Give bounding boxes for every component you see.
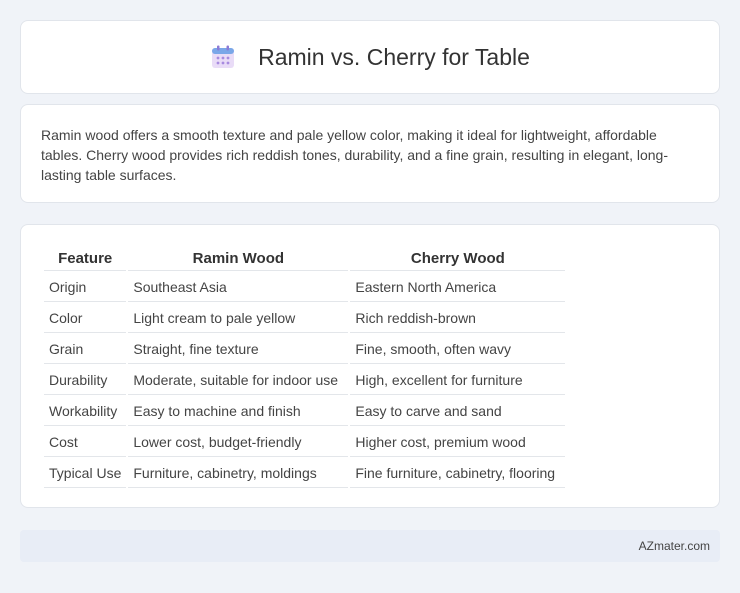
cell-feature: Durability [44, 366, 127, 395]
table-row: Color Light cream to pale yellow Rich re… [44, 304, 566, 333]
cell-feature: Grain [44, 335, 127, 364]
table-header-row: Feature Ramin Wood Cherry Wood [44, 248, 566, 271]
table-row: Cost Lower cost, budget-friendly Higher … [44, 428, 566, 457]
header-feature: Feature [44, 248, 127, 271]
cell-cherry: High, excellent for furniture [350, 366, 566, 395]
cell-ramin: Furniture, cabinetry, moldings [128, 459, 349, 488]
cell-ramin: Light cream to pale yellow [128, 304, 349, 333]
cell-cherry: Fine furniture, cabinetry, flooring [350, 459, 566, 488]
description-card: Ramin wood offers a smooth texture and p… [20, 104, 720, 203]
comparison-table-card: Feature Ramin Wood Cherry Wood Origin So… [20, 224, 720, 508]
cell-ramin: Lower cost, budget-friendly [128, 428, 349, 457]
cell-feature: Cost [44, 428, 127, 457]
footer-site-link[interactable]: AZmater.com [639, 539, 710, 553]
table-row: Origin Southeast Asia Eastern North Amer… [44, 273, 566, 302]
footer: AZmater.com [20, 530, 720, 562]
page-title: Ramin vs. Cherry for Table [258, 43, 530, 70]
table-row: Workability Easy to machine and finish E… [44, 397, 566, 426]
table-row: Typical Use Furniture, cabinetry, moldin… [44, 459, 566, 488]
cell-feature: Origin [44, 273, 127, 302]
cell-ramin: Easy to machine and finish [128, 397, 349, 426]
table-row: Durability Moderate, suitable for indoor… [44, 366, 566, 395]
comparison-table: Feature Ramin Wood Cherry Wood Origin So… [42, 246, 567, 490]
cell-feature: Color [44, 304, 127, 333]
header-cherry: Cherry Wood [350, 248, 566, 271]
description-text: Ramin wood offers a smooth texture and p… [41, 127, 668, 183]
cell-ramin: Moderate, suitable for indoor use [128, 366, 349, 395]
title-wrap: Ramin vs. Cherry for Table [210, 44, 530, 71]
cell-feature: Typical Use [44, 459, 127, 488]
cell-ramin: Southeast Asia [128, 273, 349, 302]
cell-cherry: Eastern North America [350, 273, 566, 302]
title-card: Ramin vs. Cherry for Table [20, 20, 720, 94]
cell-feature: Workability [44, 397, 127, 426]
cell-cherry: Higher cost, premium wood [350, 428, 566, 457]
cell-cherry: Rich reddish-brown [350, 304, 566, 333]
calendar-icon [212, 45, 235, 68]
header-ramin: Ramin Wood [128, 248, 349, 271]
table-row: Grain Straight, fine texture Fine, smoot… [44, 335, 566, 364]
cell-cherry: Fine, smooth, often wavy [350, 335, 566, 364]
cell-ramin: Straight, fine texture [128, 335, 349, 364]
cell-cherry: Easy to carve and sand [350, 397, 566, 426]
